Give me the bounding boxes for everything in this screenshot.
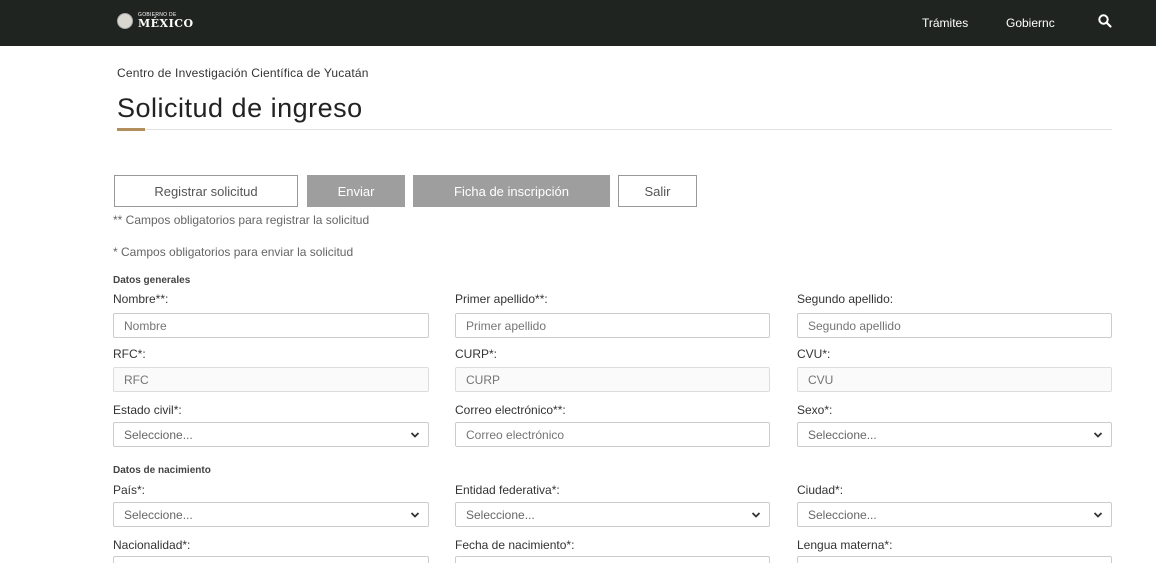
registration-form-button[interactable]: Ficha de inscripción	[413, 175, 610, 207]
register-required-note: ** Campos obligatorios para registrar la…	[113, 213, 370, 227]
curp-input[interactable]	[455, 367, 770, 392]
ciudad-value: Seleccione...	[808, 507, 877, 522]
primer-apellido-input[interactable]	[455, 313, 770, 338]
chevron-down-icon	[1093, 512, 1103, 518]
label-sexo: Sexo*:	[797, 403, 833, 417]
coat-of-arms-icon	[117, 13, 133, 29]
register-request-button[interactable]: Registrar solicitud	[114, 175, 298, 207]
exit-button[interactable]: Salir	[618, 175, 697, 207]
ciudad-select[interactable]: Seleccione...	[797, 502, 1112, 527]
correo-input[interactable]	[455, 422, 770, 447]
section-birth-data: Datos de nacimiento	[113, 465, 211, 476]
label-nombre: Nombre**:	[113, 292, 169, 306]
label-curp: CURP*:	[455, 347, 498, 361]
sexo-value: Seleccione...	[808, 427, 877, 442]
chevron-down-icon	[1093, 432, 1103, 438]
label-nacionalidad: Nacionalidad*:	[113, 538, 191, 552]
pais-select[interactable]: Seleccione...	[113, 502, 429, 527]
nav-link-tramites[interactable]: Trámites	[922, 16, 968, 30]
chevron-down-icon	[751, 512, 761, 518]
label-fecha-nacimiento: Fecha de nacimiento*:	[455, 538, 575, 552]
label-segundo-apellido: Segundo apellido:	[797, 292, 894, 306]
pais-value: Seleccione...	[124, 507, 193, 522]
chevron-down-icon	[410, 512, 420, 518]
label-entidad: Entidad federativa*:	[455, 483, 560, 497]
nav-link-gobierno[interactable]: Gobiernc	[1006, 16, 1055, 30]
chevron-down-icon	[410, 432, 420, 438]
label-primer-apellido: Primer apellido**:	[455, 292, 548, 306]
send-required-note: * Campos obligatorios para enviar la sol…	[113, 245, 354, 259]
institution-name: Centro de Investigación Científica de Yu…	[117, 66, 369, 80]
title-divider	[117, 129, 1112, 130]
label-cvu: CVU*:	[797, 347, 831, 361]
page-title: Solicitud de ingreso	[117, 93, 363, 123]
label-lengua-materna: Lengua materna*:	[797, 538, 893, 552]
search-icon[interactable]	[1097, 13, 1113, 29]
lengua-materna-select[interactable]	[797, 556, 1112, 563]
gobierno-logo[interactable]: GOBIERNO DE MÉXICO	[117, 13, 194, 29]
label-estado-civil: Estado civil*:	[113, 403, 182, 417]
label-ciudad: Ciudad*:	[797, 483, 844, 497]
rfc-input[interactable]	[113, 367, 429, 392]
top-navbar: GOBIERNO DE MÉXICO Trámites Gobiernc	[0, 0, 1156, 46]
sexo-select[interactable]: Seleccione...	[797, 422, 1112, 447]
label-rfc: RFC*:	[113, 347, 146, 361]
label-pais: País*:	[113, 483, 146, 497]
cvu-input[interactable]	[797, 367, 1112, 392]
segundo-apellido-input[interactable]	[797, 313, 1112, 338]
label-correo: Correo electrónico**:	[455, 403, 566, 417]
estado-civil-select[interactable]: Seleccione...	[113, 422, 429, 447]
entidad-value: Seleccione...	[466, 507, 535, 522]
logo-text: MÉXICO	[138, 17, 194, 30]
fecha-nacimiento-input[interactable]	[455, 556, 770, 563]
estado-civil-value: Seleccione...	[124, 427, 193, 442]
title-accent-bar	[117, 128, 145, 131]
nombre-input[interactable]	[113, 313, 429, 338]
send-button[interactable]: Enviar	[307, 175, 405, 207]
nacionalidad-select[interactable]	[113, 556, 429, 563]
section-general-data: Datos generales	[113, 275, 191, 286]
entidad-select[interactable]: Seleccione...	[455, 502, 770, 527]
